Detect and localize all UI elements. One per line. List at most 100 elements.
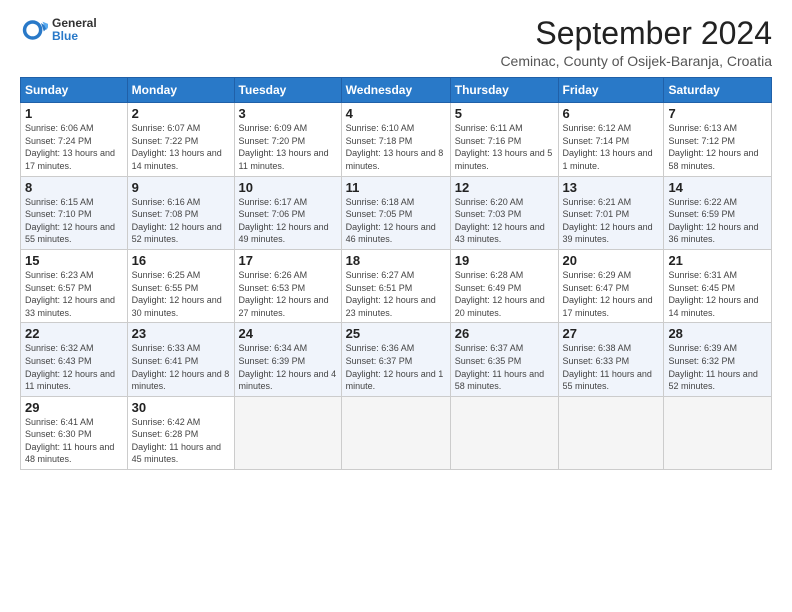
calendar-cell: 4Sunrise: 6:10 AMSunset: 7:18 PMDaylight… (341, 103, 450, 176)
month-title: September 2024 (500, 16, 772, 51)
day-info: Sunrise: 6:39 AMSunset: 6:32 PMDaylight:… (668, 342, 767, 392)
day-number: 12 (455, 180, 554, 195)
day-number: 14 (668, 180, 767, 195)
calendar-cell: 16Sunrise: 6:25 AMSunset: 6:55 PMDayligh… (127, 249, 234, 322)
day-info: Sunrise: 6:21 AMSunset: 7:01 PMDaylight:… (563, 196, 660, 246)
day-header-sunday: Sunday (21, 78, 128, 103)
calendar-cell (450, 396, 558, 469)
day-number: 28 (668, 326, 767, 341)
calendar-cell: 2Sunrise: 6:07 AMSunset: 7:22 PMDaylight… (127, 103, 234, 176)
day-info: Sunrise: 6:25 AMSunset: 6:55 PMDaylight:… (132, 269, 230, 319)
calendar-cell: 27Sunrise: 6:38 AMSunset: 6:33 PMDayligh… (558, 323, 664, 396)
calendar-cell: 30Sunrise: 6:42 AMSunset: 6:28 PMDayligh… (127, 396, 234, 469)
day-number: 16 (132, 253, 230, 268)
calendar-cell: 15Sunrise: 6:23 AMSunset: 6:57 PMDayligh… (21, 249, 128, 322)
day-number: 10 (239, 180, 337, 195)
day-number: 22 (25, 326, 123, 341)
calendar-cell: 1Sunrise: 6:06 AMSunset: 7:24 PMDaylight… (21, 103, 128, 176)
calendar-cell: 23Sunrise: 6:33 AMSunset: 6:41 PMDayligh… (127, 323, 234, 396)
calendar-cell (558, 396, 664, 469)
day-number: 11 (346, 180, 446, 195)
day-number: 25 (346, 326, 446, 341)
day-number: 5 (455, 106, 554, 121)
day-info: Sunrise: 6:11 AMSunset: 7:16 PMDaylight:… (455, 122, 554, 172)
day-number: 13 (563, 180, 660, 195)
day-info: Sunrise: 6:32 AMSunset: 6:43 PMDaylight:… (25, 342, 123, 392)
day-info: Sunrise: 6:22 AMSunset: 6:59 PMDaylight:… (668, 196, 767, 246)
day-info: Sunrise: 6:09 AMSunset: 7:20 PMDaylight:… (239, 122, 337, 172)
day-info: Sunrise: 6:15 AMSunset: 7:10 PMDaylight:… (25, 196, 123, 246)
calendar-week-2: 8Sunrise: 6:15 AMSunset: 7:10 PMDaylight… (21, 176, 772, 249)
calendar-cell: 13Sunrise: 6:21 AMSunset: 7:01 PMDayligh… (558, 176, 664, 249)
calendar-cell: 28Sunrise: 6:39 AMSunset: 6:32 PMDayligh… (664, 323, 772, 396)
calendar-week-4: 22Sunrise: 6:32 AMSunset: 6:43 PMDayligh… (21, 323, 772, 396)
calendar-cell: 22Sunrise: 6:32 AMSunset: 6:43 PMDayligh… (21, 323, 128, 396)
day-header-saturday: Saturday (664, 78, 772, 103)
day-number: 23 (132, 326, 230, 341)
day-info: Sunrise: 6:18 AMSunset: 7:05 PMDaylight:… (346, 196, 446, 246)
page: General Blue September 2024 Ceminac, Cou… (0, 0, 792, 612)
day-header-friday: Friday (558, 78, 664, 103)
day-info: Sunrise: 6:06 AMSunset: 7:24 PMDaylight:… (25, 122, 123, 172)
calendar-header-row: SundayMondayTuesdayWednesdayThursdayFrid… (21, 78, 772, 103)
calendar-cell (341, 396, 450, 469)
day-number: 17 (239, 253, 337, 268)
calendar-cell: 18Sunrise: 6:27 AMSunset: 6:51 PMDayligh… (341, 249, 450, 322)
logo-icon (20, 16, 48, 44)
calendar-cell: 10Sunrise: 6:17 AMSunset: 7:06 PMDayligh… (234, 176, 341, 249)
day-number: 26 (455, 326, 554, 341)
day-number: 29 (25, 400, 123, 415)
day-info: Sunrise: 6:27 AMSunset: 6:51 PMDaylight:… (346, 269, 446, 319)
day-info: Sunrise: 6:33 AMSunset: 6:41 PMDaylight:… (132, 342, 230, 392)
day-info: Sunrise: 6:12 AMSunset: 7:14 PMDaylight:… (563, 122, 660, 172)
day-info: Sunrise: 6:37 AMSunset: 6:35 PMDaylight:… (455, 342, 554, 392)
day-number: 8 (25, 180, 123, 195)
day-info: Sunrise: 6:17 AMSunset: 7:06 PMDaylight:… (239, 196, 337, 246)
day-number: 1 (25, 106, 123, 121)
day-header-wednesday: Wednesday (341, 78, 450, 103)
calendar-cell: 12Sunrise: 6:20 AMSunset: 7:03 PMDayligh… (450, 176, 558, 249)
calendar-cell: 11Sunrise: 6:18 AMSunset: 7:05 PMDayligh… (341, 176, 450, 249)
day-info: Sunrise: 6:16 AMSunset: 7:08 PMDaylight:… (132, 196, 230, 246)
day-number: 6 (563, 106, 660, 121)
calendar-cell: 17Sunrise: 6:26 AMSunset: 6:53 PMDayligh… (234, 249, 341, 322)
calendar-cell: 6Sunrise: 6:12 AMSunset: 7:14 PMDaylight… (558, 103, 664, 176)
day-info: Sunrise: 6:38 AMSunset: 6:33 PMDaylight:… (563, 342, 660, 392)
day-info: Sunrise: 6:31 AMSunset: 6:45 PMDaylight:… (668, 269, 767, 319)
calendar-cell (664, 396, 772, 469)
calendar: SundayMondayTuesdayWednesdayThursdayFrid… (20, 77, 772, 470)
day-info: Sunrise: 6:29 AMSunset: 6:47 PMDaylight:… (563, 269, 660, 319)
day-info: Sunrise: 6:07 AMSunset: 7:22 PMDaylight:… (132, 122, 230, 172)
calendar-cell: 26Sunrise: 6:37 AMSunset: 6:35 PMDayligh… (450, 323, 558, 396)
calendar-cell: 8Sunrise: 6:15 AMSunset: 7:10 PMDaylight… (21, 176, 128, 249)
calendar-cell: 5Sunrise: 6:11 AMSunset: 7:16 PMDaylight… (450, 103, 558, 176)
calendar-week-3: 15Sunrise: 6:23 AMSunset: 6:57 PMDayligh… (21, 249, 772, 322)
day-info: Sunrise: 6:23 AMSunset: 6:57 PMDaylight:… (25, 269, 123, 319)
title-block: September 2024 Ceminac, County of Osijek… (500, 16, 772, 69)
calendar-cell: 29Sunrise: 6:41 AMSunset: 6:30 PMDayligh… (21, 396, 128, 469)
day-number: 30 (132, 400, 230, 415)
day-number: 2 (132, 106, 230, 121)
calendar-cell: 20Sunrise: 6:29 AMSunset: 6:47 PMDayligh… (558, 249, 664, 322)
calendar-cell: 9Sunrise: 6:16 AMSunset: 7:08 PMDaylight… (127, 176, 234, 249)
calendar-cell (234, 396, 341, 469)
calendar-cell: 3Sunrise: 6:09 AMSunset: 7:20 PMDaylight… (234, 103, 341, 176)
day-number: 9 (132, 180, 230, 195)
day-number: 3 (239, 106, 337, 121)
day-info: Sunrise: 6:13 AMSunset: 7:12 PMDaylight:… (668, 122, 767, 172)
location: Ceminac, County of Osijek-Baranja, Croat… (500, 53, 772, 69)
calendar-week-5: 29Sunrise: 6:41 AMSunset: 6:30 PMDayligh… (21, 396, 772, 469)
day-header-thursday: Thursday (450, 78, 558, 103)
day-number: 27 (563, 326, 660, 341)
day-number: 18 (346, 253, 446, 268)
day-info: Sunrise: 6:41 AMSunset: 6:30 PMDaylight:… (25, 416, 123, 466)
calendar-week-1: 1Sunrise: 6:06 AMSunset: 7:24 PMDaylight… (21, 103, 772, 176)
day-info: Sunrise: 6:26 AMSunset: 6:53 PMDaylight:… (239, 269, 337, 319)
day-info: Sunrise: 6:20 AMSunset: 7:03 PMDaylight:… (455, 196, 554, 246)
day-info: Sunrise: 6:36 AMSunset: 6:37 PMDaylight:… (346, 342, 446, 392)
calendar-cell: 25Sunrise: 6:36 AMSunset: 6:37 PMDayligh… (341, 323, 450, 396)
logo-text: General Blue (52, 17, 97, 43)
day-number: 20 (563, 253, 660, 268)
day-number: 4 (346, 106, 446, 121)
logo: General Blue (20, 16, 97, 44)
